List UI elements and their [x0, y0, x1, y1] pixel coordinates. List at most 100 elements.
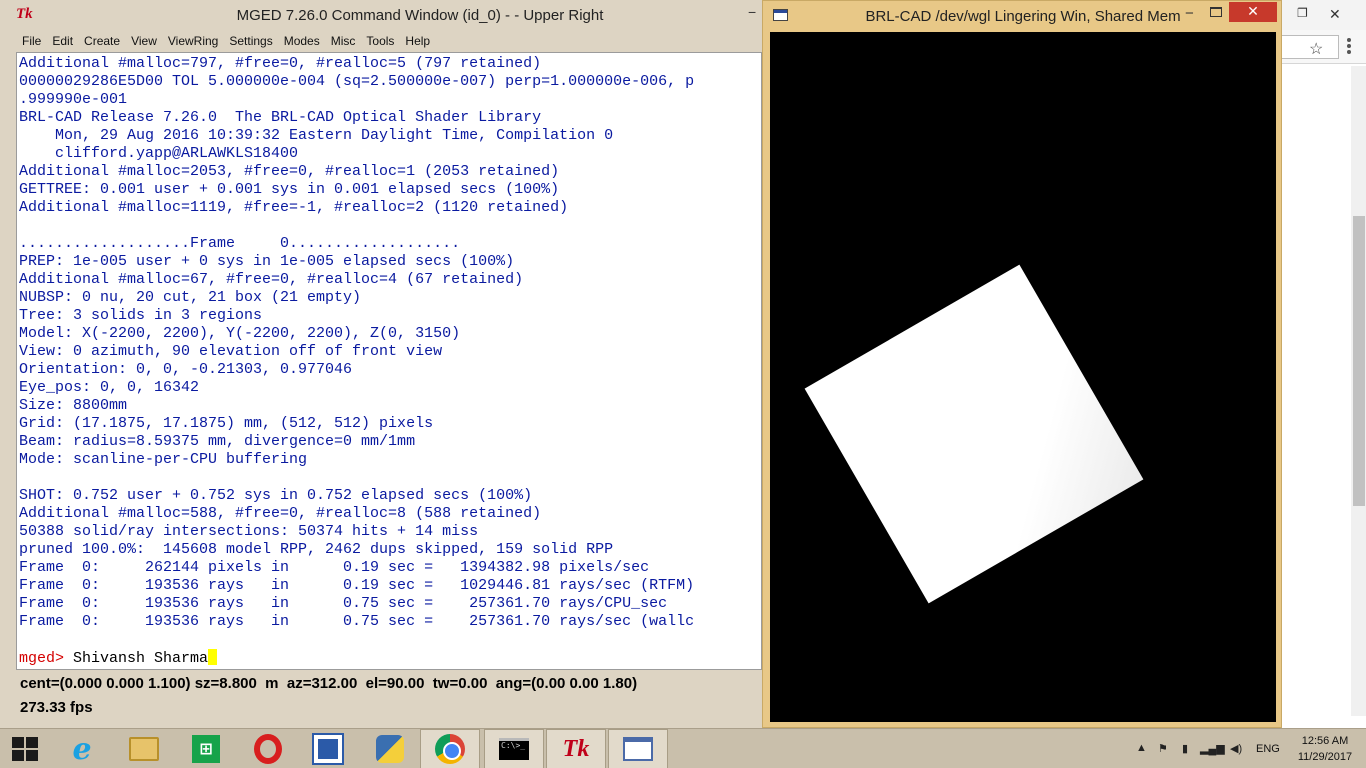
console-line: Additional #malloc=67, #free=0, #realloc…: [19, 271, 524, 288]
clock-time[interactable]: 12:56 AM: [1290, 735, 1360, 747]
console-line: Beam: radius=8.59375 mm, divergence=0 mm…: [19, 433, 416, 450]
mged-menubar: File Edit Create View ViewRing Settings …: [0, 31, 769, 51]
browser-toolbar: ☆: [1281, 30, 1366, 64]
console-line: Additional #malloc=1119, #free=-1, #real…: [19, 199, 569, 216]
console-line: Size: 8800mm: [19, 397, 128, 414]
minimize-button[interactable]: −: [748, 4, 756, 20]
console-line: Additional #malloc=2053, #free=0, #reall…: [19, 163, 560, 180]
render-canvas[interactable]: [770, 32, 1276, 722]
console-line: Mon, 29 Aug 2016 10:39:32 Eastern Daylig…: [19, 127, 614, 144]
taskbar: e ⊞ C:\>_ Tk ▲ ⚑ ▮ ▂▄▆ ◀) ENG 12:56 AM 1…: [0, 728, 1366, 768]
command-input[interactable]: Shivansh Sharma: [64, 650, 208, 667]
console-line: Model: X(-2200, 2200), Y(-2200, 2200), Z…: [19, 325, 461, 342]
menu-create[interactable]: Create: [84, 34, 120, 48]
network-signal-icon[interactable]: ▂▄▆: [1200, 742, 1225, 755]
mged-command-window[interactable]: Tk MGED 7.26.0 Command Window (id_0) - -…: [0, 0, 770, 728]
taskbar-app-python[interactable]: [360, 729, 420, 768]
taskbar-app-mged[interactable]: Tk: [546, 729, 606, 768]
console-line: PREP: 1e-005 user + 0 sys in 1e-005 elap…: [19, 253, 515, 270]
browser-scrollbar[interactable]: [1351, 66, 1366, 716]
menu-view[interactable]: View: [131, 34, 157, 48]
menu-tools[interactable]: Tools: [366, 34, 394, 48]
desktop: ❐ ✕ ☆ Tk MGED 7.26.0 Command Window (id_…: [0, 0, 1366, 768]
menu-file[interactable]: File: [22, 34, 41, 48]
console-line: Mode: scanline-per-CPU buffering: [19, 451, 308, 468]
rendered-square-shape: [804, 264, 1144, 604]
console-line: Frame 0: 193536 rays in 0.75 sec = 25736…: [19, 613, 695, 630]
taskbar-app-opera[interactable]: [238, 729, 298, 768]
volume-icon[interactable]: ◀): [1230, 742, 1242, 755]
scrollbar-thumb[interactable]: [1353, 216, 1365, 506]
taskbar-app-wish[interactable]: [608, 729, 668, 768]
console-line: Orientation: 0, 0, -0.21303, 0.977046: [19, 361, 353, 378]
python-icon: [376, 735, 404, 763]
console-line: BRL-CAD Release 7.26.0 The BRL-CAD Optic…: [19, 109, 542, 126]
minimize-button[interactable]: −: [1185, 5, 1194, 22]
action-center-flag-icon[interactable]: ⚑: [1158, 742, 1168, 755]
mged-titlebar[interactable]: Tk MGED 7.26.0 Command Window (id_0) - -…: [0, 0, 769, 31]
command-line[interactable]: mged> Shivansh Sharma: [17, 649, 761, 667]
brlcad-graphics-window[interactable]: BRL-CAD /dev/wgl Lingering Win, Shared M…: [762, 0, 1282, 728]
background-browser-window[interactable]: ❐ ✕ ☆: [1280, 0, 1366, 728]
console-line: NUBSP: 0 nu, 20 cut, 21 box (21 empty): [19, 289, 362, 306]
internet-explorer-icon: e: [72, 731, 92, 767]
console-line: Tree: 3 solids in 3 regions: [19, 307, 263, 324]
show-hidden-icons-icon[interactable]: ▲: [1136, 742, 1147, 754]
windows-logo-icon: [12, 737, 38, 761]
language-indicator[interactable]: ENG: [1256, 743, 1280, 755]
menu-modes[interactable]: Modes: [284, 34, 320, 48]
console-line: Additional #malloc=588, #free=0, #reallo…: [19, 505, 542, 522]
text-cursor: [208, 649, 218, 665]
mged-prompt: mged>: [19, 650, 65, 667]
maximize-button[interactable]: [1210, 7, 1222, 17]
console-line: Grid: (17.1875, 17.1875) mm, (512, 512) …: [19, 415, 434, 432]
console-line: 00000029286E5D00 TOL 5.000000e-004 (sq=2…: [19, 73, 695, 90]
taskbar-app-remote[interactable]: [298, 729, 358, 768]
console-line: Frame 0: 262144 pixels in 0.19 sec = 139…: [19, 559, 650, 576]
taskbar-app-chrome[interactable]: [420, 729, 480, 768]
menu-viewring[interactable]: ViewRing: [168, 34, 218, 48]
menu-edit[interactable]: Edit: [52, 34, 73, 48]
close-button[interactable]: ✕: [1229, 2, 1277, 22]
windows-store-icon: ⊞: [192, 735, 220, 763]
command-console[interactable]: Additional #malloc=797, #free=0, #reallo…: [16, 52, 762, 670]
taskbar-app-cmd[interactable]: C:\>_: [484, 729, 544, 768]
view-status-line: cent=(0.000 0.000 1.100) sz=8.800 m az=3…: [20, 675, 638, 692]
bookmark-star-icon[interactable]: ☆: [1309, 39, 1323, 59]
taskbar-app-explorer[interactable]: [114, 729, 174, 768]
taskbar-app-ie[interactable]: e: [52, 729, 112, 768]
clock-date[interactable]: 11/29/2017: [1290, 751, 1360, 763]
console-line: ...................Frame 0..............…: [19, 235, 461, 252]
console-line: Additional #malloc=797, #free=0, #reallo…: [19, 55, 542, 72]
browser-menu-icon[interactable]: [1347, 38, 1351, 54]
console-line: Frame 0: 193536 rays in 0.19 sec = 10294…: [19, 577, 695, 594]
restore-icon[interactable]: ❐: [1297, 6, 1308, 20]
console-output: Additional #malloc=797, #free=0, #reallo…: [17, 53, 761, 649]
menu-settings[interactable]: Settings: [229, 34, 272, 48]
close-icon[interactable]: ✕: [1329, 6, 1341, 23]
taskbar-app-store[interactable]: ⊞: [176, 729, 236, 768]
wish-window-icon: [623, 737, 653, 761]
address-bar[interactable]: ☆: [1281, 35, 1339, 59]
console-line: clifford.yapp@ARLAWKLS18400: [19, 145, 299, 162]
opera-icon: [254, 734, 282, 764]
console-line: SHOT: 0.752 user + 0.752 sys in 0.752 el…: [19, 487, 533, 504]
chrome-icon: [435, 734, 465, 764]
start-button[interactable]: [0, 729, 60, 768]
graphics-titlebar[interactable]: BRL-CAD /dev/wgl Lingering Win, Shared M…: [763, 1, 1281, 32]
battery-icon[interactable]: ▮: [1182, 742, 1188, 755]
status-area: cent=(0.000 0.000 1.100) sz=8.800 m az=3…: [0, 672, 770, 728]
mged-window-title: MGED 7.26.0 Command Window (id_0) - - Up…: [236, 7, 604, 24]
graphics-window-title: BRL-CAD /dev/wgl Lingering Win, Shared M…: [865, 8, 1181, 25]
fps-readout: 273.33 fps: [20, 699, 93, 716]
console-line: Eye_pos: 0, 0, 16342: [19, 379, 200, 396]
menu-misc[interactable]: Misc: [331, 34, 356, 48]
console-line: .999990e-001: [19, 91, 128, 108]
menu-help[interactable]: Help: [405, 34, 430, 48]
console-line: 50388 solid/ray intersections: 50374 hit…: [19, 523, 479, 540]
console-line: pruned 100.0%: 145608 model RPP, 2462 du…: [19, 541, 614, 558]
browser-titlebar: ❐ ✕: [1281, 0, 1366, 30]
